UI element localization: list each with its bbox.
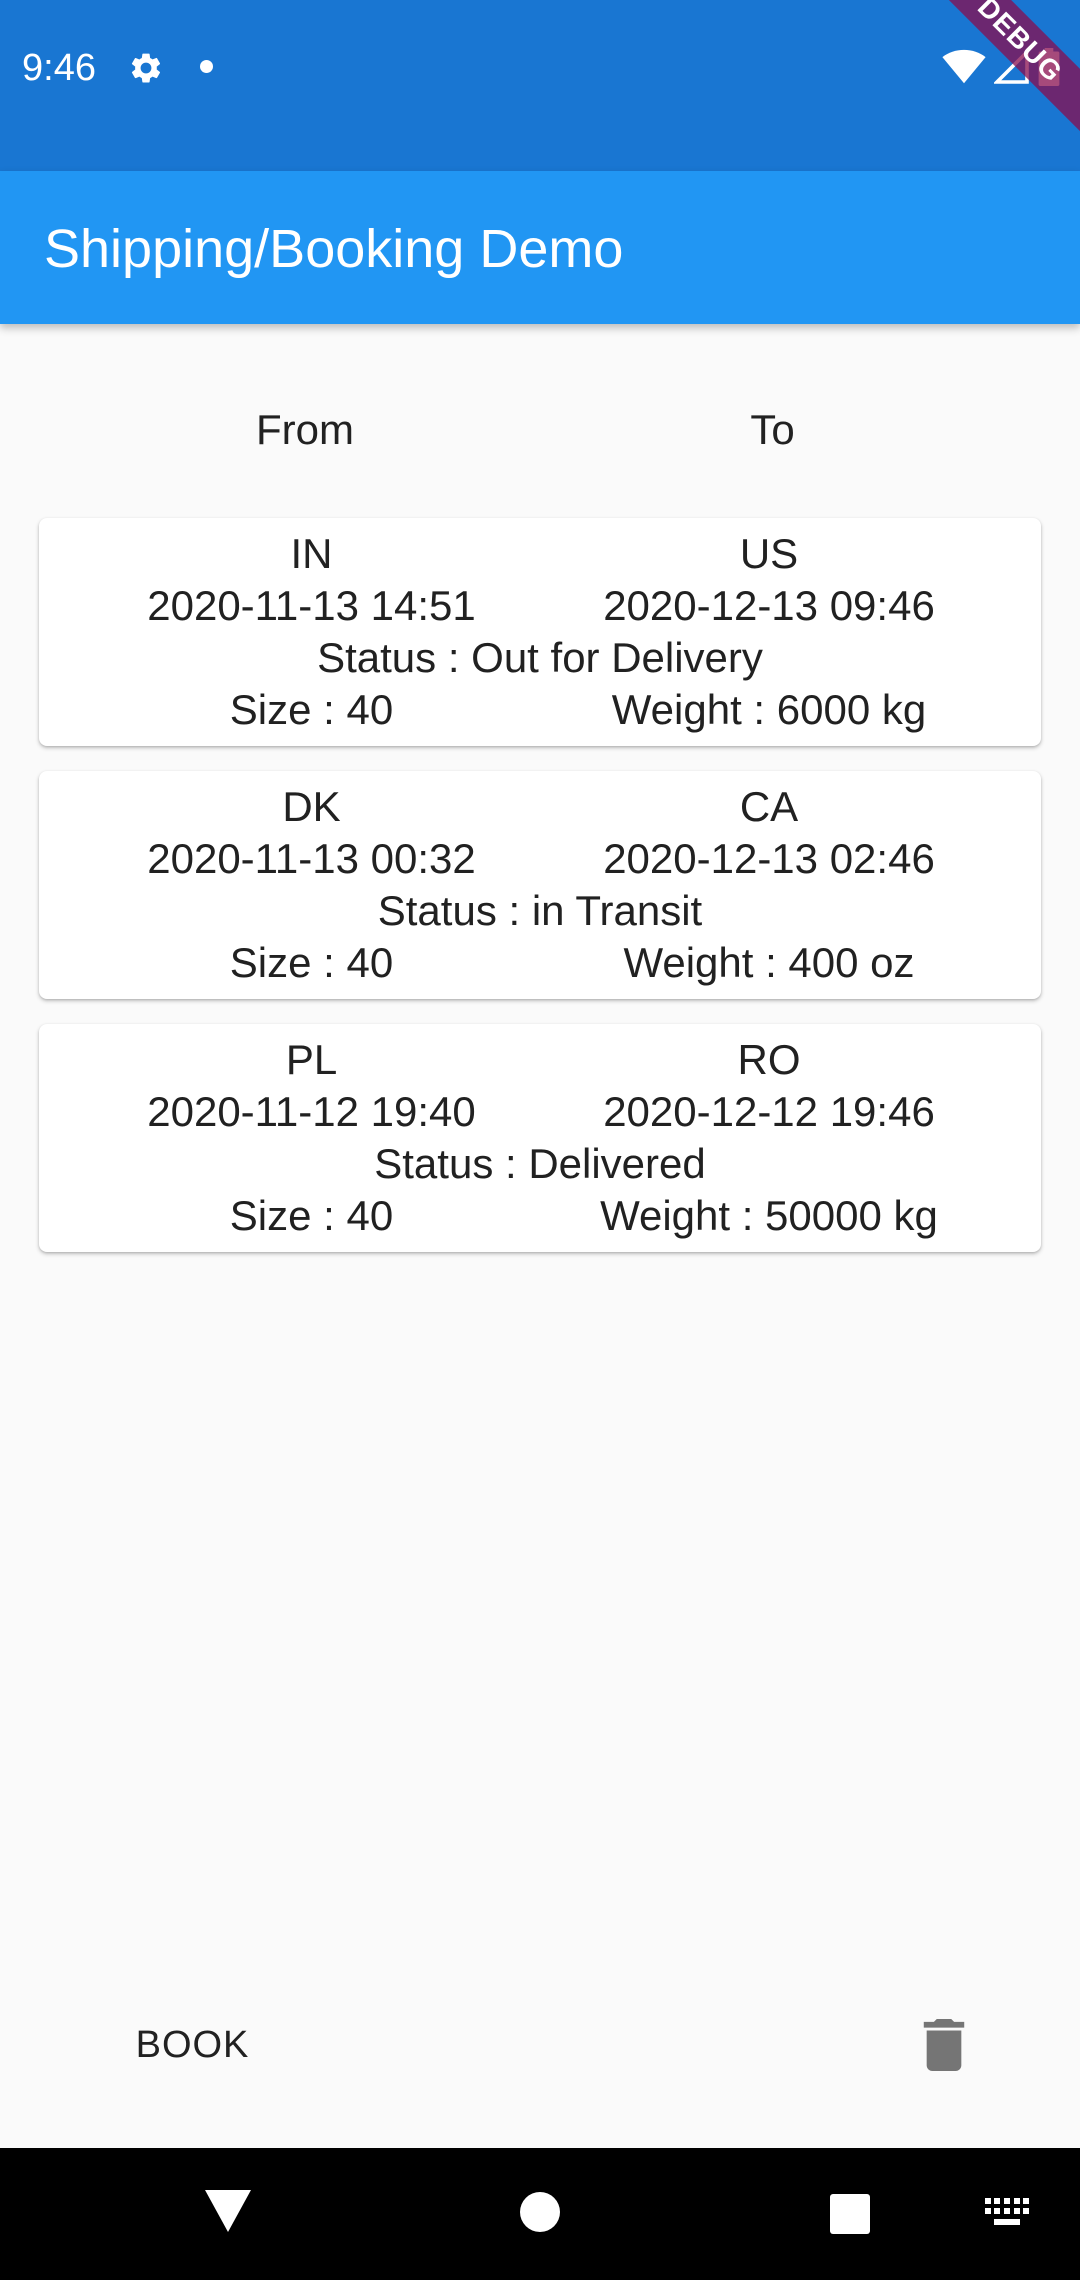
booking-status: Status : Delivered [374,1140,706,1187]
app-bar: Shipping/Booking Demo [0,171,1080,324]
keyboard-icon[interactable] [985,2198,1029,2226]
booking-size: Size : 40 [229,1192,394,1239]
recents-icon[interactable] [830,2194,870,2234]
from-country: PL [285,1036,338,1083]
from-date: 2020-11-13 00:32 [147,835,476,882]
to-date: 2020-12-13 02:46 [603,835,935,882]
from-date: 2020-11-12 19:40 [147,1088,476,1135]
delete-button[interactable] [909,2010,979,2080]
booking-weight: Weight : 50000 kg [600,1192,938,1239]
booking-status: Status : Out for Delivery [317,634,763,681]
booking-weight: Weight : 6000 kg [611,686,927,733]
header-from: From [256,406,354,453]
booking-size: Size : 40 [229,686,394,733]
column-headers: From To [0,400,1080,460]
wifi-icon [942,49,986,84]
notification-dot-icon [200,60,213,73]
booking-weight: Weight : 400 oz [623,939,915,986]
from-date: 2020-11-13 14:51 [147,582,476,629]
to-date: 2020-12-12 19:46 [603,1088,935,1135]
to-country: US [739,530,799,577]
status-time: 9:46 [22,47,96,89]
to-country: RO [737,1036,801,1083]
book-button[interactable]: BOOK [110,2010,275,2080]
from-country: IN [290,530,333,577]
page-title: Shipping/Booking Demo [44,219,624,279]
booking-card[interactable]: IN US 2020-11-13 14:51 2020-12-13 09:46 … [39,518,1041,746]
home-icon[interactable] [520,2192,560,2232]
navigation-bar [0,2148,1080,2280]
booking-size: Size : 40 [229,939,394,986]
booking-card[interactable]: PL RO 2020-11-12 19:40 2020-12-12 19:46 … [39,1024,1041,1252]
from-country: DK [282,783,341,830]
header-to: To [750,406,795,453]
back-icon[interactable] [205,2190,251,2232]
booking-card[interactable]: DK CA 2020-11-13 00:32 2020-12-13 02:46 … [39,771,1041,999]
trash-icon [923,2019,965,2071]
gear-icon [131,53,161,83]
booking-status: Status : in Transit [377,887,703,934]
to-date: 2020-12-13 09:46 [603,582,935,629]
status-bar: 9:46 DEBUG [0,0,1080,171]
to-country: CA [739,783,799,830]
